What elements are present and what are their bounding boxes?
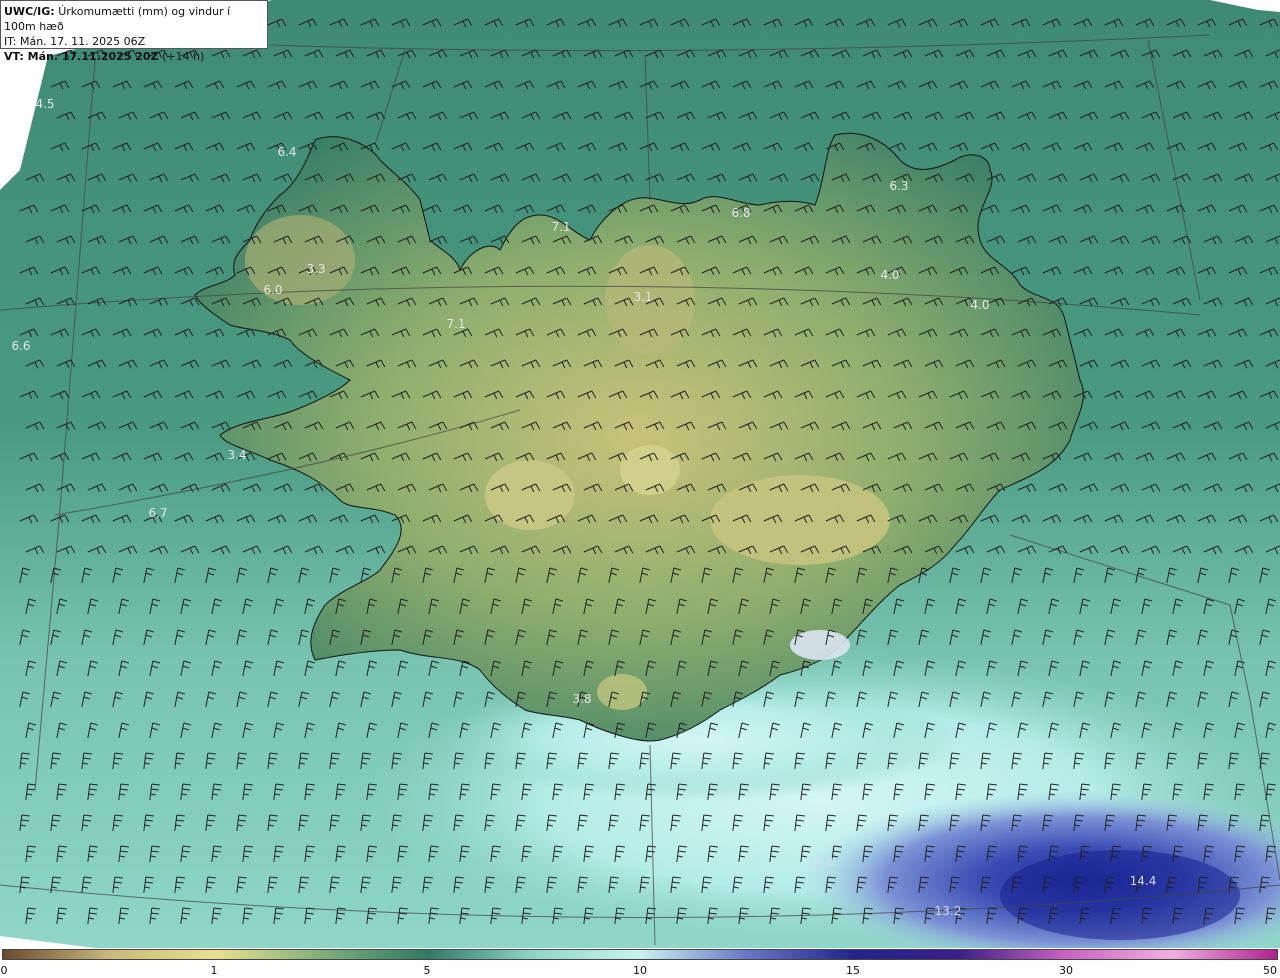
precip-value-label: 6.8 <box>731 206 750 220</box>
precip-value-label: 6.0 <box>263 283 282 297</box>
precip-value-label: 3.3 <box>306 262 325 276</box>
colorbar: 0 1 5 10 15 30 50 <box>0 948 1280 978</box>
heavy-precip-core <box>1000 850 1240 940</box>
valid-time-line: VT: Mán. 17.11.2025 20Z (+14 h) <box>4 49 264 64</box>
precip-value-label: 6.6 <box>11 339 30 353</box>
valid-time: VT: Mán. 17.11.2025 20Z <box>4 50 159 63</box>
colorbar-tick-50: 50 <box>1263 964 1277 977</box>
precip-value-label: 4.5 <box>35 97 54 111</box>
colorbar-tick-15: 15 <box>846 964 860 977</box>
glacier-langjokull <box>485 460 575 530</box>
colorbar-tick-0: 0 <box>0 964 8 977</box>
colorbar-tick-5: 5 <box>423 964 431 977</box>
precip-value-label: 7.1 <box>446 317 465 331</box>
precip-value-label: 3.8 <box>572 692 591 706</box>
precip-value-label: 14.4 <box>1130 874 1157 888</box>
precip-value-label: 3.1 <box>633 290 652 304</box>
precip-value-label: 7.1 <box>551 220 570 234</box>
precip-value-label: 6.4 <box>277 145 296 159</box>
model-label: UWC/IG: <box>4 5 55 18</box>
lead-time: (+14 h) <box>162 50 205 63</box>
precip-value-label: 4.0 <box>880 268 899 282</box>
se-coast-pale <box>790 630 850 660</box>
precip-value-label: 12.4 <box>808 856 835 870</box>
title-line: UWC/IG: Úrkomumætti (mm) og vindur í 100… <box>4 4 264 34</box>
initial-time: IT: Mán. 17. 11. 2025 06Z <box>4 35 146 48</box>
colorbar-tick-30: 30 <box>1059 964 1073 977</box>
glacier-hofsjokull <box>620 445 680 495</box>
precip-value-label: 6.7 <box>148 506 167 520</box>
precip-value-label: 4.0 <box>970 298 989 312</box>
colorbar-tick-1: 1 <box>210 964 218 977</box>
precip-value-label: 3.4 <box>227 448 246 462</box>
precip-value-label: 6.3 <box>889 179 908 193</box>
precip-value-label: 13.2 <box>935 904 962 918</box>
colorbar-strip <box>2 949 1278 960</box>
forecast-info-box: UWC/IG: Úrkomumætti (mm) og vindur í 100… <box>0 0 268 63</box>
colorbar-tick-10: 10 <box>633 964 647 977</box>
glacier-myrdalsjokull <box>597 674 647 710</box>
precipitation-wind-map: 4.5 6.4 3.3 6.0 6.6 7.1 7.1 6.8 3.1 6.3 4.0 4.0 3.4 6… <box>0 0 1280 948</box>
